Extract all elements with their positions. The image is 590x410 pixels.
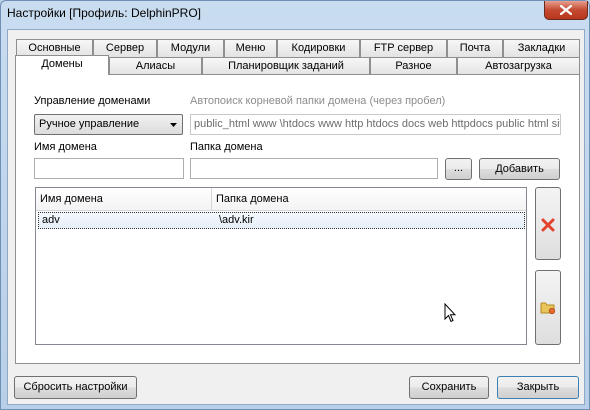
domain-folder-label: Папка домена [190,141,263,153]
tab-ftp-server[interactable]: FTP сервер [360,39,447,57]
domain-folder-cell: \adv.kir [219,214,254,226]
manage-domains-value: Ручное управление [39,118,140,130]
domain-name-cell: adv [42,214,60,226]
tab-moduli[interactable]: Модули [157,39,224,57]
manage-domains-label: Управление доменами [34,95,151,107]
domain-name-input[interactable] [34,158,184,179]
tab-pochta[interactable]: Почта [447,39,503,57]
domain-name-label: Имя домена [34,141,97,153]
open-folder-button[interactable] [535,270,561,345]
browse-folder-button[interactable]: ... [445,158,472,180]
autosearch-label: Автопоиск корневой папки домена (через п… [190,95,446,107]
save-button[interactable]: Сохранить [409,376,489,399]
close-button[interactable]: Закрыть [497,376,579,399]
settings-window: Настройки [Профиль: DelphinPRO] Основные… [0,0,590,410]
column-header-domain-name[interactable]: Имя домена [36,188,211,210]
tab-raznoe[interactable]: Разное [370,57,457,75]
tab-domeny[interactable]: Домены [15,55,109,75]
tab-avtozagruzka[interactable]: Автозагрузка [457,57,580,75]
add-domain-button[interactable]: Добавить [479,158,560,180]
domains-list-header: Имя домена Папка домена [36,188,526,211]
domain-folder-input[interactable] [190,158,438,179]
close-icon [560,5,572,15]
list-item[interactable]: adv \adv.kir [38,212,525,229]
mouse-cursor-icon [444,303,456,323]
autosearch-field[interactable]: public_html www \htdocs www http htdocs … [190,114,561,135]
chevron-down-icon [170,123,177,127]
tab-menu[interactable]: Меню [224,39,277,57]
red-x-icon [541,218,555,232]
tab-aliasy[interactable]: Алиасы [109,57,202,75]
folder-icon [540,302,556,315]
window-close-button[interactable] [544,1,588,20]
window-title: Настройки [Профиль: DelphinPRO] [7,6,202,20]
tab-kodirovki[interactable]: Кодировки [277,39,360,57]
reset-settings-button[interactable]: Сбросить настройки [14,376,137,399]
title-bar[interactable]: Настройки [Профиль: DelphinPRO] [1,1,590,29]
tab-planirovshchik[interactable]: Планировщик заданий [202,57,370,75]
manage-domains-select[interactable]: Ручное управление [34,114,183,135]
tab-zakladki[interactable]: Закладки [503,39,580,57]
column-header-domain-folder[interactable]: Папка домена [212,188,526,210]
delete-domain-button[interactable] [535,187,561,260]
